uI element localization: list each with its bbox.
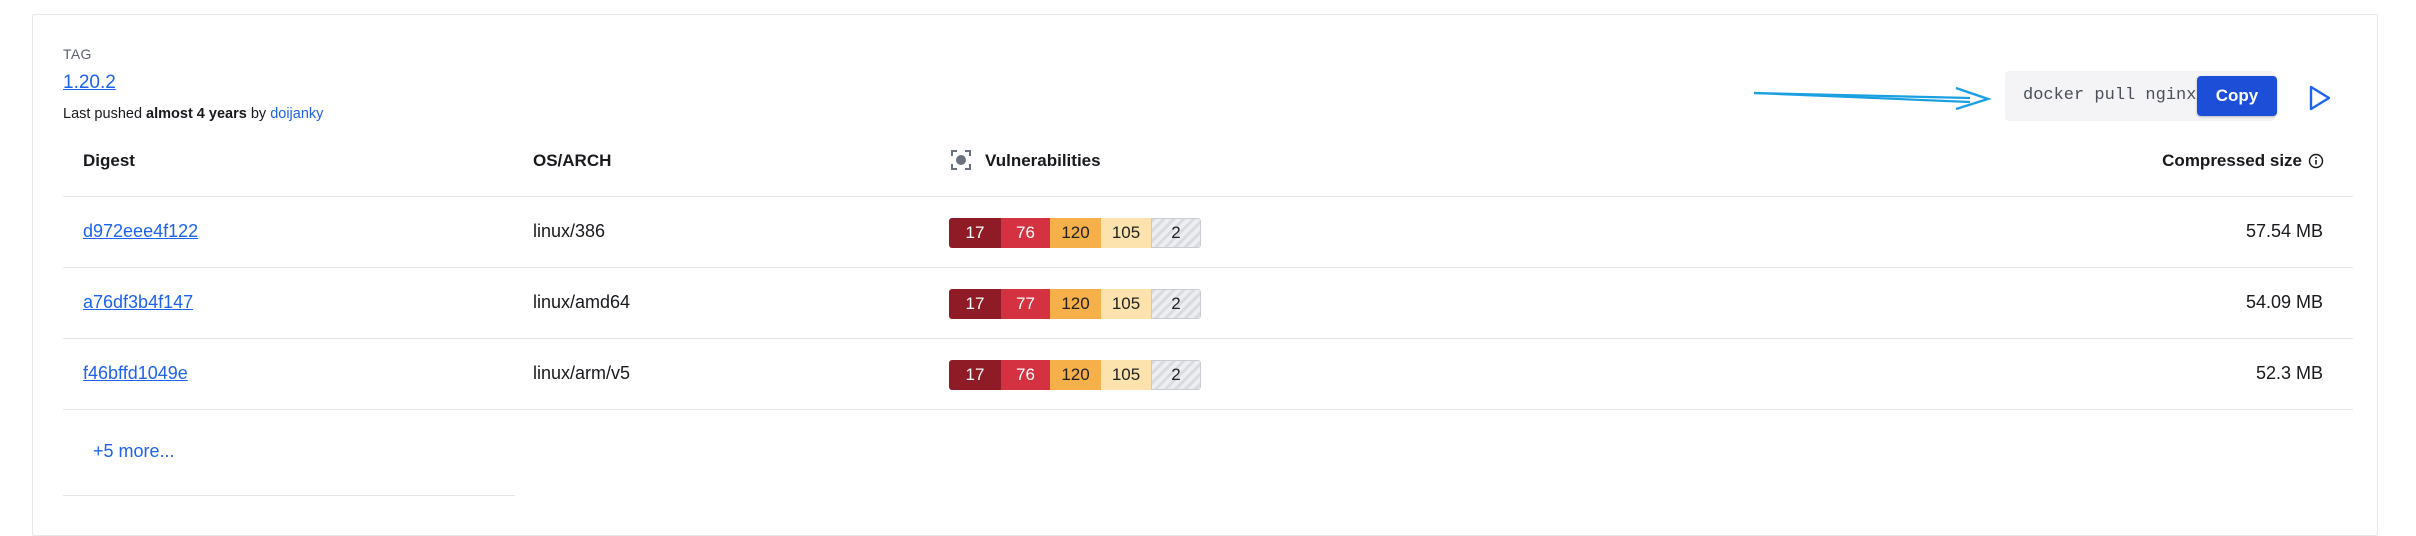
info-icon[interactable] (2308, 153, 2324, 169)
unspecified-count: 2 (1151, 218, 1201, 248)
digest-link[interactable]: f46bffd1049e (83, 363, 188, 384)
copy-button[interactable]: Copy (2197, 76, 2277, 116)
pushed-by-text: by (246, 106, 271, 122)
os-arch-cell: linux/arm/v5 (533, 363, 631, 383)
header-compressed-size-label: Compressed size (2162, 151, 2302, 170)
unspecified-count: 2 (1151, 289, 1201, 319)
more-digests-link[interactable]: +5 more... (93, 441, 175, 462)
divider (63, 495, 515, 496)
digest-link[interactable]: a76df3b4f147 (83, 292, 193, 313)
header-vulnerabilities: Vulnerabilities (985, 151, 1101, 170)
size-cell: 52.3 MB (2255, 363, 2323, 383)
divider (63, 196, 2353, 197)
divider (63, 338, 2353, 339)
vulnerability-bar[interactable]: 17 77 120 105 2 (949, 289, 1201, 319)
high-count: 76 (1001, 218, 1050, 248)
size-cell: 57.54 MB (2245, 221, 2323, 241)
os-arch-cell: linux/amd64 (533, 292, 631, 312)
high-count: 76 (1001, 360, 1050, 390)
low-count: 105 (1101, 289, 1151, 319)
pushed-user-link[interactable]: doijanky (270, 106, 323, 122)
unspecified-count: 2 (1151, 360, 1201, 390)
header-compressed-size: Compressed size (2162, 151, 2324, 171)
vulnerability-bar[interactable]: 17 76 120 105 2 (949, 218, 1201, 248)
critical-count: 17 (949, 360, 1001, 390)
digest-link[interactable]: d972eee4f122 (83, 221, 198, 242)
os-arch-cell: linux/386 (533, 221, 606, 241)
medium-count: 120 (1050, 360, 1101, 390)
high-count: 77 (1001, 289, 1050, 319)
vulnerability-bar[interactable]: 17 76 120 105 2 (949, 360, 1201, 390)
arrow-right-icon (1753, 86, 1992, 110)
low-count: 105 (1101, 218, 1151, 248)
header-os-arch: OS/ARCH (533, 151, 612, 170)
critical-count: 17 (949, 218, 1001, 248)
last-pushed-text: Last pushed almost 4 years by doijanky (63, 106, 323, 122)
size-cell: 54.09 MB (2245, 292, 2323, 312)
critical-count: 17 (949, 289, 1001, 319)
tag-name-link[interactable]: 1.20.2 (63, 72, 116, 94)
divider (63, 409, 2353, 410)
medium-count: 120 (1050, 218, 1101, 248)
divider (63, 267, 2353, 268)
pull-command-text: docker pull nginx (2023, 86, 2197, 105)
scan-icon (951, 150, 971, 170)
play-icon[interactable] (2308, 84, 2332, 112)
header-digest: Digest (83, 151, 135, 170)
tag-label: TAG (63, 46, 92, 62)
pushed-when: almost 4 years (146, 106, 247, 122)
pull-command-box: docker pull nginx Copy (2005, 71, 2277, 121)
medium-count: 120 (1050, 289, 1101, 319)
low-count: 105 (1101, 360, 1151, 390)
pushed-prefix: Last pushed (63, 106, 147, 122)
